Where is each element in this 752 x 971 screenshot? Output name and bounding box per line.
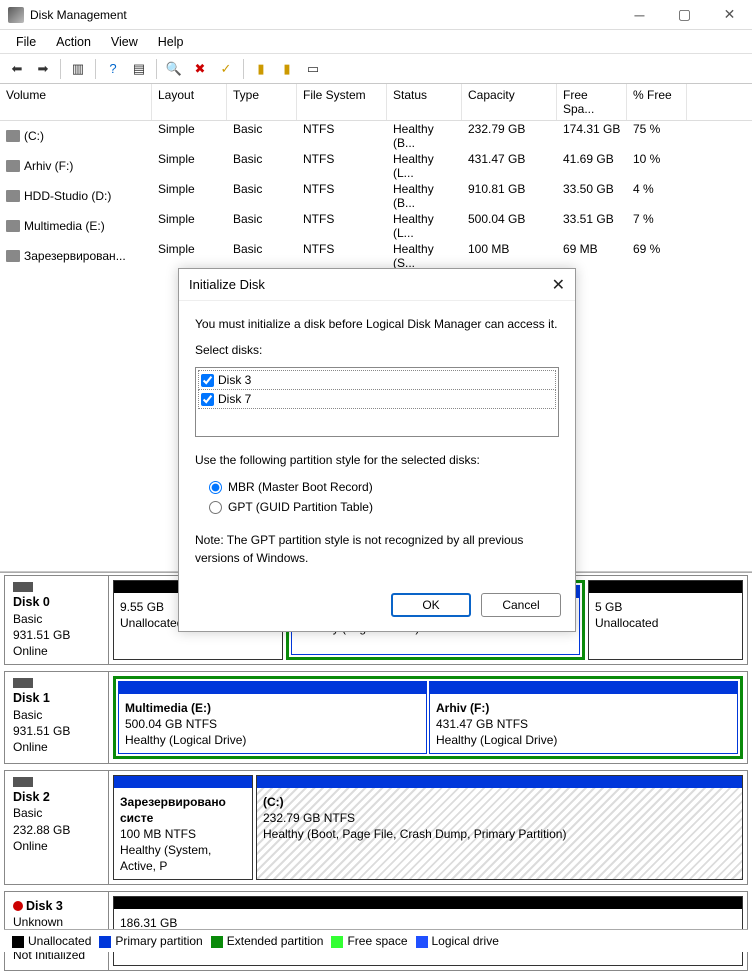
table-row[interactable]: (C:)SimpleBasicNTFSHealthy (B...232.79 G… [0, 121, 752, 151]
volume-table-header[interactable]: Volume Layout Type File System Status Ca… [0, 84, 752, 121]
help-icon[interactable]: ? [102, 58, 124, 80]
action-icon[interactable]: ▮ [276, 58, 298, 80]
col-volume[interactable]: Volume [0, 84, 152, 120]
list-icon[interactable]: ▤ [128, 58, 150, 80]
ok-button[interactable]: OK [391, 593, 471, 617]
volume-icon [6, 130, 20, 142]
dialog-note: Note: The GPT partition style is not rec… [195, 531, 559, 567]
col-layout[interactable]: Layout [152, 84, 227, 120]
col-free[interactable]: Free Spa... [557, 84, 627, 120]
dialog-title: Initialize Disk [189, 277, 552, 292]
error-icon [13, 901, 23, 911]
disk-checkbox-7[interactable] [201, 393, 214, 406]
close-button[interactable]: ✕ [707, 0, 752, 30]
col-type[interactable]: Type [227, 84, 297, 120]
delete-icon[interactable]: ✖ [189, 58, 211, 80]
disk-select-list[interactable]: Disk 3 Disk 7 [195, 367, 559, 437]
forward-icon[interactable]: ➡ [32, 58, 54, 80]
new-icon[interactable]: ▮ [250, 58, 272, 80]
dialog-close-icon[interactable]: ✕ [552, 275, 565, 295]
dialog-message: You must initialize a disk before Logica… [195, 315, 559, 333]
volume-icon [6, 220, 20, 232]
table-row[interactable]: Arhiv (F:)SimpleBasicNTFSHealthy (L...43… [0, 151, 752, 181]
radio-mbr[interactable] [209, 481, 222, 494]
menu-bar: File Action View Help [0, 30, 752, 54]
menu-help[interactable]: Help [148, 32, 194, 52]
col-fs[interactable]: File System [297, 84, 387, 120]
layout-icon[interactable]: ▭ [302, 58, 324, 80]
volume-icon [6, 190, 20, 202]
dialog-select-label: Select disks: [195, 341, 559, 359]
find-icon[interactable]: 🔍 [163, 58, 185, 80]
radio-gpt[interactable] [209, 501, 222, 514]
partition-style-label: Use the following partition style for th… [195, 451, 559, 469]
app-title: Disk Management [30, 8, 617, 22]
cancel-button[interactable]: Cancel [481, 593, 561, 617]
minimize-button[interactable]: ─ [617, 0, 662, 30]
panel-icon[interactable]: ▥ [67, 58, 89, 80]
col-pctfree[interactable]: % Free [627, 84, 687, 120]
disk-row-2[interactable]: Disk 2 Basic 232.88 GB Online Зарезервир… [4, 770, 748, 885]
properties-icon[interactable]: ✓ [215, 58, 237, 80]
app-icon [8, 7, 24, 23]
initialize-disk-dialog: Initialize Disk ✕ You must initialize a … [178, 268, 576, 632]
volume-icon [6, 250, 20, 262]
legend: Unallocated Primary partition Extended p… [4, 929, 748, 952]
menu-action[interactable]: Action [46, 32, 101, 52]
menu-view[interactable]: View [101, 32, 148, 52]
disk-label: Disk 0 Basic 931.51 GB Online [5, 576, 109, 664]
toolbar: ⬅ ➡ ▥ ? ▤ 🔍 ✖ ✓ ▮ ▮ ▭ [0, 54, 752, 84]
disk-row-1[interactable]: Disk 1 Basic 931.51 GB Online Multimedia… [4, 671, 748, 764]
table-row[interactable]: Multimedia (E:)SimpleBasicNTFSHealthy (L… [0, 211, 752, 241]
maximize-button[interactable]: ▢ [662, 0, 707, 30]
disk-checkbox-3[interactable] [201, 374, 214, 387]
menu-file[interactable]: File [6, 32, 46, 52]
col-capacity[interactable]: Capacity [462, 84, 557, 120]
back-icon[interactable]: ⬅ [6, 58, 28, 80]
table-row[interactable]: HDD-Studio (D:)SimpleBasicNTFSHealthy (B… [0, 181, 752, 211]
volume-icon [6, 160, 20, 172]
title-bar: Disk Management ─ ▢ ✕ [0, 0, 752, 30]
table-row[interactable]: Зарезервирован...SimpleBasicNTFSHealthy … [0, 241, 752, 271]
col-status[interactable]: Status [387, 84, 462, 120]
